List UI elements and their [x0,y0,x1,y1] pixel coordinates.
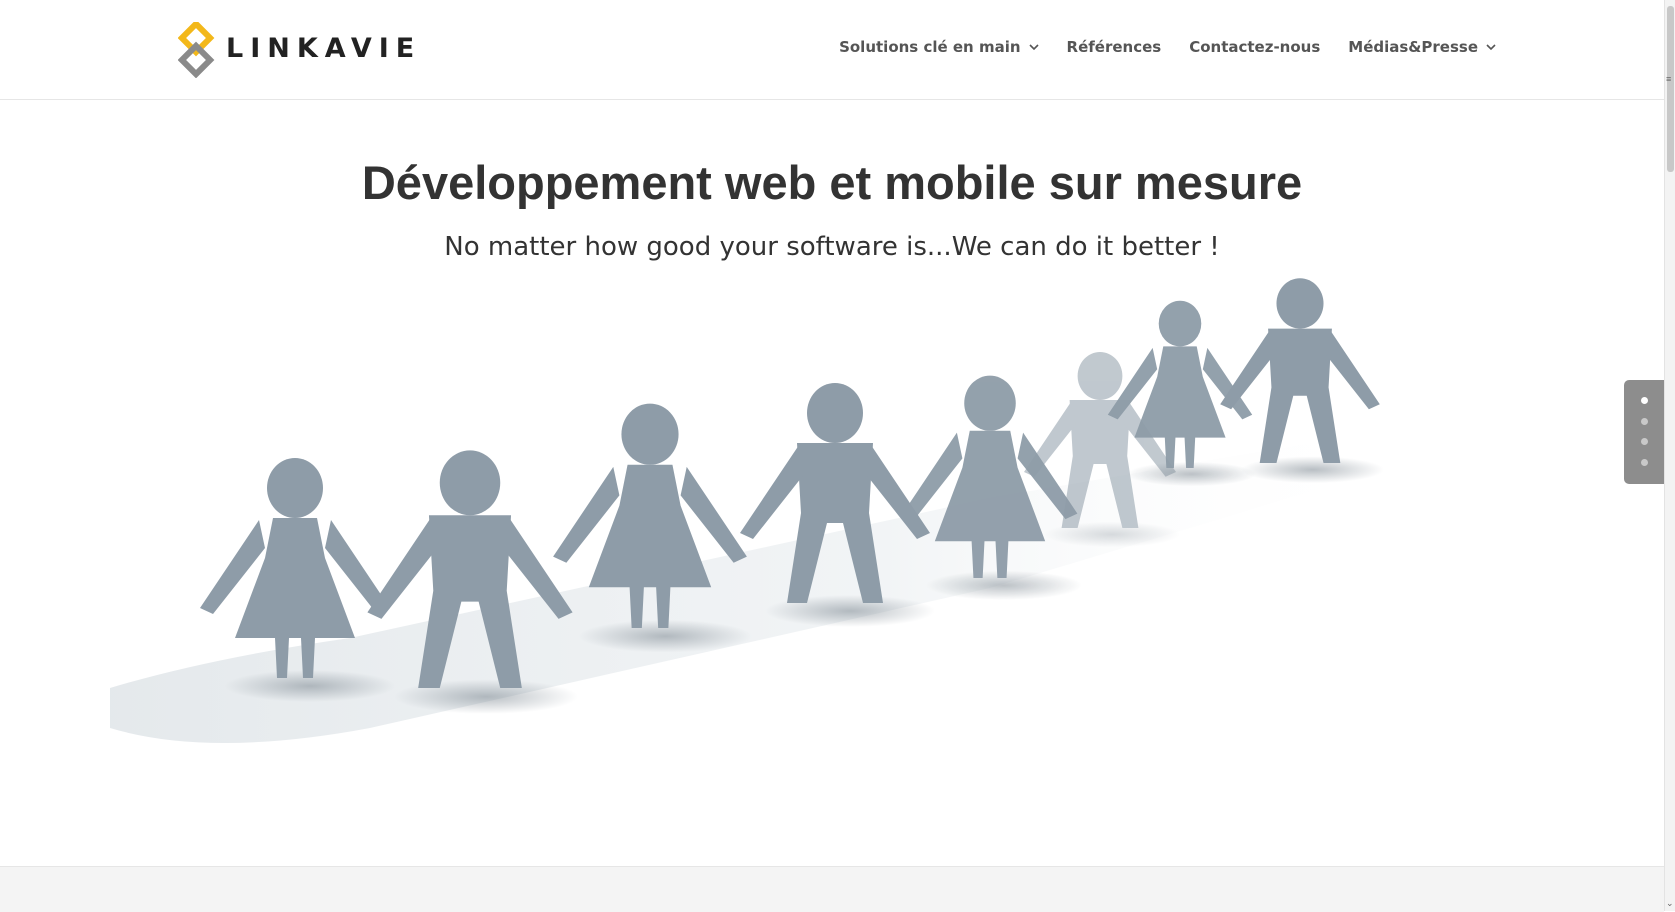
logo[interactable]: LINKAVIE [178,22,421,78]
figure-head [964,375,1016,431]
figure-head [1077,352,1123,400]
page-scrollbar[interactable]: ≡ ⌄ [1664,0,1675,911]
paper-people-image [110,278,1390,743]
nav-item-label: Contactez-nous [1189,38,1321,56]
nav-item-label: Médias&Presse [1348,38,1478,56]
nav-item-references[interactable]: Références [1067,38,1162,56]
next-section-band [0,866,1664,912]
nav-item-medias[interactable]: Médias&Presse [1348,38,1496,56]
slider-dot-2[interactable] [1641,418,1648,425]
figure-head [807,383,863,443]
slider-dot-3[interactable] [1641,438,1648,445]
logo-mark-icon [178,22,215,78]
site-header: LINKAVIE Solutions clé en main Référence… [0,0,1664,100]
figure-head [621,403,679,465]
figure-head [1276,278,1324,329]
scroll-menu-icon: ≡ [1666,74,1672,84]
slider-pagination [1624,380,1664,484]
scroll-down-icon[interactable]: ⌄ [1666,898,1674,909]
slider-dot-4[interactable] [1641,459,1648,466]
chevron-down-icon [1028,44,1039,51]
figure-head [267,458,323,518]
hero-title: Développement web et mobile sur mesure [361,156,1303,209]
logo-text: LINKAVIE [226,32,422,64]
nav-item-label: Solutions clé en main [839,38,1021,56]
nav-item-solutions[interactable]: Solutions clé en main [839,38,1039,56]
chevron-down-icon [1486,44,1496,51]
figure-head [439,450,501,516]
figure-head [1158,300,1202,347]
nav-item-label: Références [1066,38,1162,56]
slider-dot-1[interactable] [1641,397,1648,404]
scrollbar-thumb[interactable] [1667,6,1674,172]
main-nav: Solutions clé en main Références Contact… [811,38,1496,56]
nav-item-contact[interactable]: Contactez-nous [1189,38,1320,56]
